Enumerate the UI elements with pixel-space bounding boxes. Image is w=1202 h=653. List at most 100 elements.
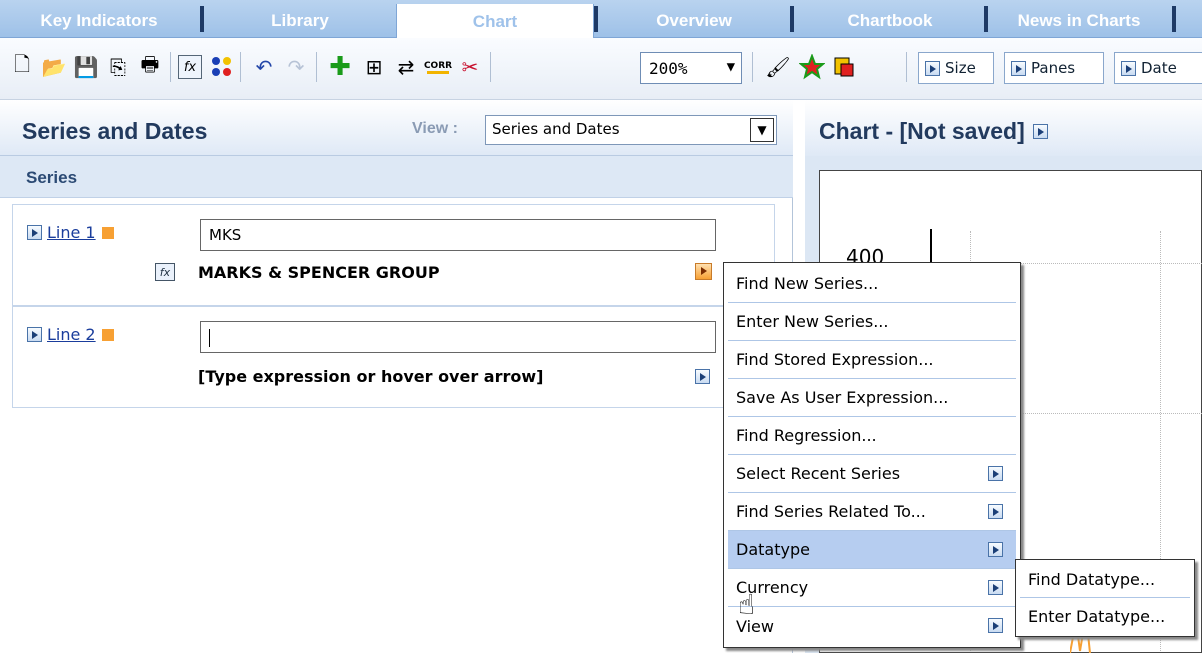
correlation-bar xyxy=(427,70,449,74)
hand-pointer-icon: ☝ xyxy=(738,588,756,621)
tab-chartbook[interactable]: Chartbook xyxy=(796,4,984,38)
menu-item-find-new-series[interactable]: Find New Series... xyxy=(728,265,1016,303)
menu-item-find-datatype[interactable]: Find Datatype... xyxy=(1020,562,1190,598)
submenu-arrow-icon xyxy=(988,466,1003,481)
dates-label: Date xyxy=(1141,59,1177,77)
zoom-value: 200% xyxy=(649,58,688,78)
series-and-dates-panel: Series and Dates View : Series and Dates… xyxy=(0,100,793,653)
scissors-icon[interactable]: ✂ xyxy=(456,52,484,82)
color-dots-icon xyxy=(212,57,231,76)
dates-button[interactable]: Date xyxy=(1114,52,1202,84)
toolbar-divider xyxy=(170,52,171,82)
menu-item-select-recent-series[interactable]: Select Recent Series xyxy=(728,455,1016,493)
chart-title-label: Chart - [Not saved] xyxy=(819,118,1025,144)
tab-separator xyxy=(984,6,988,32)
redo-icon[interactable]: ↷ xyxy=(282,52,310,82)
menu-item-find-regression[interactable]: Find Regression... xyxy=(728,417,1016,455)
split-panes-icon[interactable]: ⊞ xyxy=(360,52,388,82)
menu-item-label: Find Datatype... xyxy=(1028,570,1156,589)
series-section-header: Series xyxy=(0,156,793,198)
tab-overview[interactable]: Overview xyxy=(600,4,788,38)
series-color-marker xyxy=(101,226,114,239)
fill-bucket-icon[interactable] xyxy=(830,52,858,82)
series-row-line-2: Line 2 [Type expression or hover over ar… xyxy=(12,306,775,408)
menu-item-find-series-related-to[interactable]: Find Series Related To... xyxy=(728,493,1016,531)
toolbar-divider xyxy=(490,52,491,82)
series-expression-input[interactable] xyxy=(200,321,716,353)
line-2-link[interactable]: Line 2 xyxy=(27,325,114,344)
expand-arrow-icon xyxy=(925,60,940,76)
swap-icon[interactable]: ⇄ xyxy=(392,52,420,82)
menu-item-find-stored-expression[interactable]: Find Stored Expression... xyxy=(728,341,1016,379)
series-expression-input[interactable]: MKS xyxy=(200,219,716,251)
menu-item-enter-datatype[interactable]: Enter Datatype... xyxy=(1020,598,1190,634)
toolbar-divider xyxy=(240,52,241,82)
menu-item-label: Save As User Expression... xyxy=(736,388,949,407)
menu-item-label: Enter New Series... xyxy=(736,312,889,331)
line-1-link[interactable]: Line 1 xyxy=(27,223,114,242)
expand-arrow-icon[interactable] xyxy=(1032,124,1048,139)
function-icon[interactable]: fx xyxy=(178,55,202,79)
submenu-arrow-icon xyxy=(988,542,1003,557)
view-label: View : xyxy=(412,120,458,137)
size-button[interactable]: Size xyxy=(918,52,994,84)
zoom-select[interactable]: 200% ▼ xyxy=(640,52,742,84)
series-header-label: Series xyxy=(26,168,78,187)
color-mix-icon[interactable] xyxy=(798,52,826,82)
series-context-menu: Find New Series... Enter New Series... F… xyxy=(723,262,1021,648)
series-description: MARKS & SPENCER GROUP xyxy=(198,263,440,282)
copy-icon[interactable]: ⎘ xyxy=(104,52,132,82)
main-tab-bar: Key Indicators Library Chart Overview Ch… xyxy=(0,0,1202,39)
color-star-icon xyxy=(799,54,825,80)
tab-news-in-charts[interactable]: News in Charts xyxy=(990,4,1168,38)
panel-title: Series and Dates xyxy=(22,118,208,144)
toolbar-divider xyxy=(752,52,753,82)
menu-item-label: Datatype xyxy=(736,540,810,559)
color-palette-icon[interactable] xyxy=(208,52,236,82)
panel-header: Series and Dates View : Series and Dates… xyxy=(0,100,793,156)
menu-item-label: Find Stored Expression... xyxy=(736,350,934,369)
panes-button[interactable]: Panes xyxy=(1004,52,1104,84)
tab-separator xyxy=(200,6,204,32)
expand-arrow-icon xyxy=(27,327,42,342)
new-document-icon[interactable]: 🗋 xyxy=(8,52,36,82)
chevron-down-icon: ▼ xyxy=(726,59,735,75)
submenu-arrow-icon xyxy=(988,580,1003,595)
toolbar-divider xyxy=(316,52,317,82)
line-1-label: Line 1 xyxy=(47,223,96,242)
tab-library[interactable]: Library xyxy=(206,4,394,38)
view-select[interactable]: Series and Dates ▼ xyxy=(485,115,777,145)
series-row-line-1: Line 1 MKS fx MARKS & SPENCER GROUP xyxy=(12,204,775,306)
series-menu-arrow-icon[interactable] xyxy=(695,369,710,384)
correlation-label: CORR xyxy=(423,60,453,71)
tab-separator xyxy=(594,6,598,32)
series-menu-arrow-icon[interactable] xyxy=(695,263,712,280)
chart-title: Chart - [Not saved] xyxy=(819,118,1053,145)
series-hint: [Type expression or hover over arrow] xyxy=(198,367,544,386)
undo-icon[interactable]: ↶ xyxy=(250,52,278,82)
menu-item-view[interactable]: View xyxy=(728,607,1016,645)
menu-item-enter-new-series[interactable]: Enter New Series... xyxy=(728,303,1016,341)
menu-item-label: Find Series Related To... xyxy=(736,502,926,521)
open-folder-icon[interactable]: 📂 xyxy=(40,52,68,82)
chevron-down-icon: ▼ xyxy=(750,118,774,142)
submenu-arrow-icon xyxy=(988,504,1003,519)
print-icon[interactable]: 🖶 xyxy=(136,52,164,82)
submenu-arrow-icon xyxy=(988,618,1003,633)
chart-panel-header: Chart - [Not saved] xyxy=(805,100,1202,156)
menu-item-save-as-user-expression[interactable]: Save As User Expression... xyxy=(728,379,1016,417)
menu-item-datatype[interactable]: Datatype xyxy=(728,531,1016,569)
tab-separator xyxy=(790,6,794,32)
correlation-icon[interactable]: CORR xyxy=(424,52,452,82)
panes-label: Panes xyxy=(1031,59,1076,77)
menu-item-currency[interactable]: Currency xyxy=(728,569,1016,607)
add-series-icon[interactable]: ✚ xyxy=(326,52,354,82)
size-label: Size xyxy=(945,59,976,77)
tab-key-indicators[interactable]: Key Indicators xyxy=(0,4,198,38)
function-icon[interactable]: fx xyxy=(155,263,175,281)
line-2-label: Line 2 xyxy=(47,325,96,344)
save-icon[interactable]: 💾 xyxy=(72,52,100,82)
tab-chart[interactable]: Chart xyxy=(396,4,594,39)
paint-brush-icon[interactable]: 🖌 xyxy=(764,52,792,82)
datatype-submenu: Find Datatype... Enter Datatype... xyxy=(1015,559,1195,637)
